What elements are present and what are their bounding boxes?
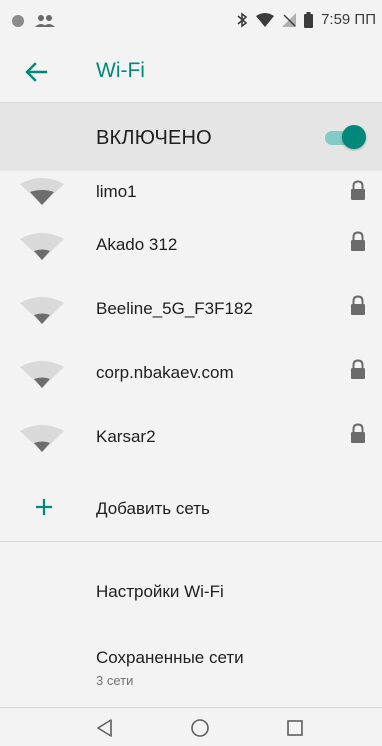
lock-icon [351,423,365,443]
network-name: Beeline_5G_F3F182 [96,299,253,318]
page-title: Wi-Fi [96,59,145,82]
nav-back-icon[interactable] [94,717,116,739]
battery-icon [304,11,314,28]
network-row[interactable]: Akado 312 [0,219,382,283]
plus-icon [36,499,52,515]
wifi-toggle[interactable] [320,123,366,149]
network-name: limo1 [96,182,137,201]
toggle-thumb [342,125,366,149]
wifi-master-switch-row[interactable]: ВКЛЮЧЕНО [0,103,382,171]
add-network-label: Добавить сеть [96,499,210,518]
status-right-icons: 7:59 ПП [236,11,376,28]
master-switch-label: ВКЛЮЧЕНО [96,127,212,149]
network-list: limo1 Akado 312 Beeline_5G_F3F182 corp.n… [0,171,382,475]
wifi-settings-item[interactable]: Настройки Wi-Fi [0,542,382,624]
wifi-signal-icon [256,12,275,27]
lock-icon [351,180,365,200]
wifi-settings-label: Настройки Wi-Fi [96,582,224,601]
app-bar: Wi-Fi [0,40,382,102]
network-name: Karsar2 [96,427,156,446]
status-bar: 7:59 ПП [0,0,382,40]
lock-icon [351,359,365,379]
wifi-icon [20,178,64,205]
wifi-icon [20,361,64,388]
network-row[interactable]: Karsar2 [0,411,382,475]
network-row[interactable]: limo1 [0,171,382,219]
wifi-icon [20,233,64,260]
status-dot-icon [12,15,24,27]
no-signal-icon [282,12,297,27]
saved-networks-count: 3 сети [96,673,134,688]
status-time: 7:59 ПП [321,11,376,28]
network-name: corp.nbakaev.com [96,363,234,382]
nav-home-icon[interactable] [189,717,211,739]
people-icon [35,15,55,27]
network-row[interactable]: corp.nbakaev.com [0,347,382,411]
navigation-bar [0,708,382,746]
lock-icon [351,295,365,315]
lock-icon [351,231,365,251]
status-left-icons [12,14,56,28]
wifi-icon [20,297,64,324]
network-row[interactable]: Beeline_5G_F3F182 [0,283,382,347]
saved-networks-label: Сохраненные сети [96,648,244,667]
saved-networks-item[interactable]: Сохраненные сети 3 сети [0,624,382,706]
add-network-button[interactable]: Добавить сеть [0,475,382,539]
nav-recents-icon[interactable] [284,717,306,739]
network-name: Akado 312 [96,235,178,254]
bluetooth-icon [237,11,248,28]
arrow-back-icon[interactable] [22,58,50,86]
wifi-icon [20,425,64,452]
